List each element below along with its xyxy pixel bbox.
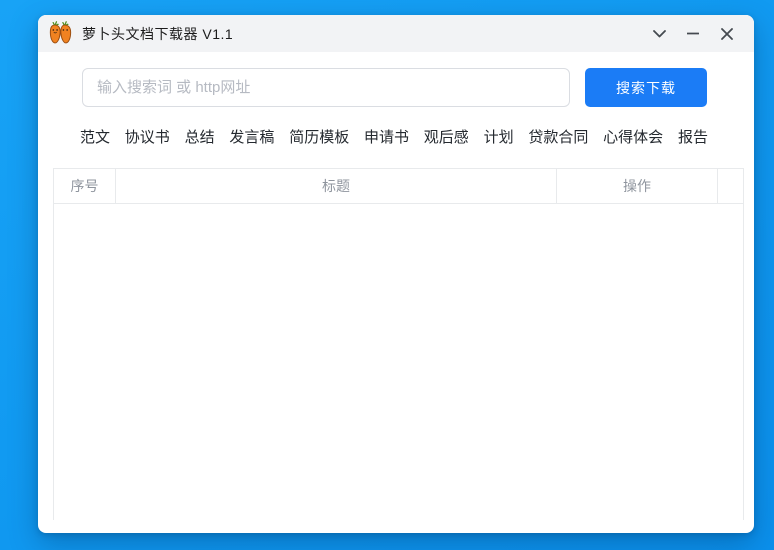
titlebar[interactable]: 萝卜头文档下载器 V1.1 <box>38 15 754 52</box>
tab-item-10[interactable]: 报告 <box>678 126 708 147</box>
window-title: 萝卜头文档下载器 V1.1 <box>82 25 234 42</box>
table-body-empty <box>54 204 743 520</box>
chevron-down-icon <box>652 29 666 37</box>
search-bar: 搜索下载 <box>82 68 707 107</box>
tab-item-2[interactable]: 总结 <box>185 126 215 147</box>
close-icon <box>721 27 733 40</box>
tab-item-4[interactable]: 简历模板 <box>289 126 349 147</box>
column-header-action: 操作 <box>557 169 718 203</box>
search-download-button[interactable]: 搜索下载 <box>585 68 707 107</box>
tab-item-7[interactable]: 计划 <box>484 126 514 147</box>
tab-item-3[interactable]: 发言稿 <box>229 126 274 147</box>
category-tabs: 范文 协议书 总结 发言稿 简历模板 申请书 观后感 计划 贷款合同 心得体会 报告 <box>80 122 708 150</box>
tab-item-1[interactable]: 协议书 <box>125 126 170 147</box>
tab-item-5[interactable]: 申请书 <box>364 126 409 147</box>
window-controls <box>642 19 754 49</box>
column-header-scrollbar-gutter <box>718 169 743 203</box>
minimize-button[interactable] <box>676 19 710 49</box>
minimize-icon <box>687 32 699 35</box>
close-button[interactable] <box>710 19 744 49</box>
tab-item-6[interactable]: 观后感 <box>424 126 469 147</box>
tab-item-9[interactable]: 心得体会 <box>603 126 663 147</box>
search-input[interactable] <box>82 68 570 107</box>
column-header-title: 标题 <box>116 169 557 203</box>
tab-item-0[interactable]: 范文 <box>80 126 110 147</box>
app-window: 萝卜头文档下载器 V1.1 搜索下载 范文协议书总结发言 <box>38 15 754 533</box>
table-header-row: 序号 标题 操作 <box>54 169 743 204</box>
column-header-index: 序号 <box>54 169 116 203</box>
tab-item-8[interactable]: 贷款合同 <box>528 126 588 147</box>
window-menu-button[interactable] <box>642 19 676 49</box>
app-logo-carrot-icon <box>49 20 72 43</box>
results-table: 序号 标题 操作 <box>53 168 744 520</box>
